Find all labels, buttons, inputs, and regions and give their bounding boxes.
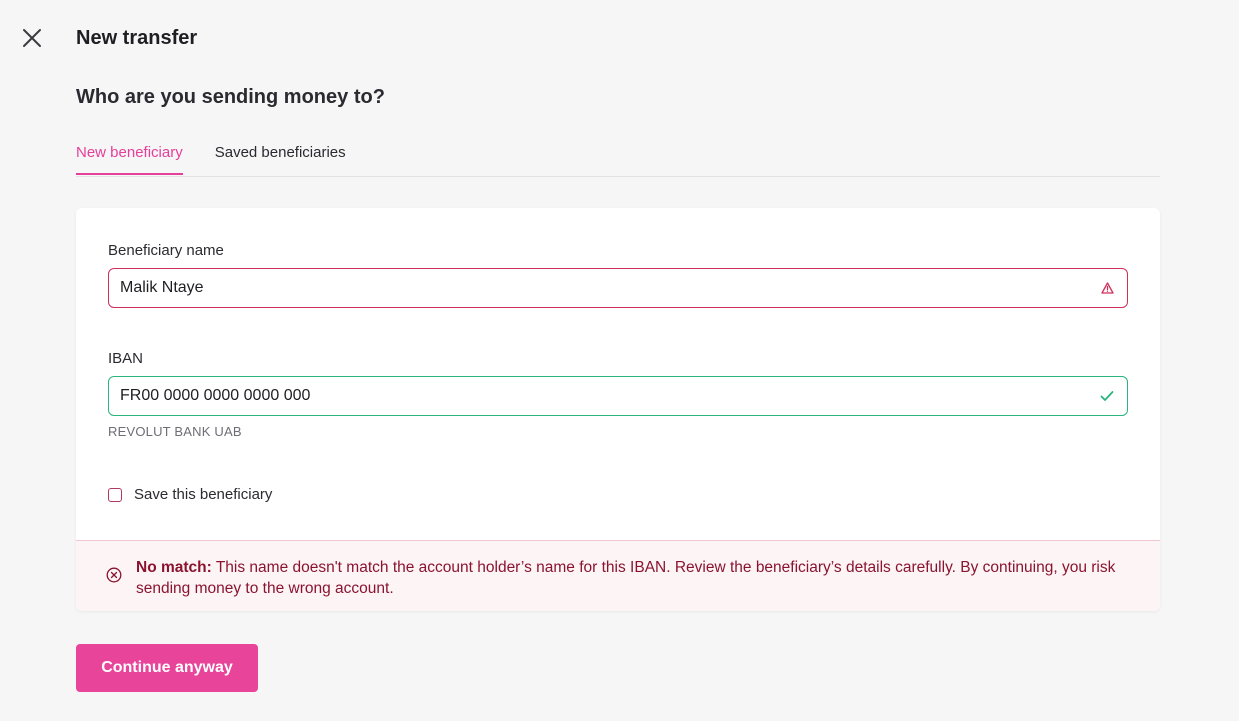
beneficiary-name-input[interactable] bbox=[109, 269, 1099, 307]
save-beneficiary-option[interactable]: Save this beneficiary bbox=[108, 486, 272, 503]
beneficiary-tabs: New beneficiary Saved beneficiaries bbox=[76, 136, 1160, 177]
alert-message: This name doesn't match the account hold… bbox=[136, 559, 1116, 597]
no-match-alert: No match: This name doesn't match the ac… bbox=[76, 540, 1160, 611]
check-icon bbox=[1099, 388, 1115, 404]
page-title: New transfer bbox=[76, 27, 198, 49]
warning-icon bbox=[1099, 280, 1115, 296]
transfer-page: New transfer Who are you sending money t… bbox=[0, 0, 1239, 721]
continue-anyway-button[interactable]: Continue anyway bbox=[76, 644, 258, 692]
section-question: Who are you sending money to? bbox=[76, 86, 385, 108]
save-beneficiary-label: Save this beneficiary bbox=[134, 486, 273, 503]
close-icon bbox=[23, 29, 41, 47]
error-circle-icon bbox=[106, 567, 122, 583]
beneficiary-form-card: Beneficiary name IBAN REVOLUT BANK UAB bbox=[76, 208, 1160, 611]
bank-name: REVOLUT BANK UAB bbox=[108, 424, 242, 439]
beneficiary-name-label: Beneficiary name bbox=[108, 242, 224, 259]
tab-saved-beneficiaries[interactable]: Saved beneficiaries bbox=[215, 136, 346, 175]
alert-title: No match: bbox=[136, 559, 212, 576]
iban-label: IBAN bbox=[108, 350, 144, 367]
alert-text: No match: This name doesn't match the ac… bbox=[136, 557, 1126, 599]
close-button[interactable] bbox=[20, 26, 44, 50]
tab-new-beneficiary[interactable]: New beneficiary bbox=[76, 136, 183, 175]
iban-input[interactable] bbox=[109, 377, 1099, 415]
beneficiary-name-field bbox=[108, 268, 1128, 308]
save-beneficiary-checkbox[interactable] bbox=[108, 487, 122, 502]
iban-field bbox=[108, 376, 1128, 416]
